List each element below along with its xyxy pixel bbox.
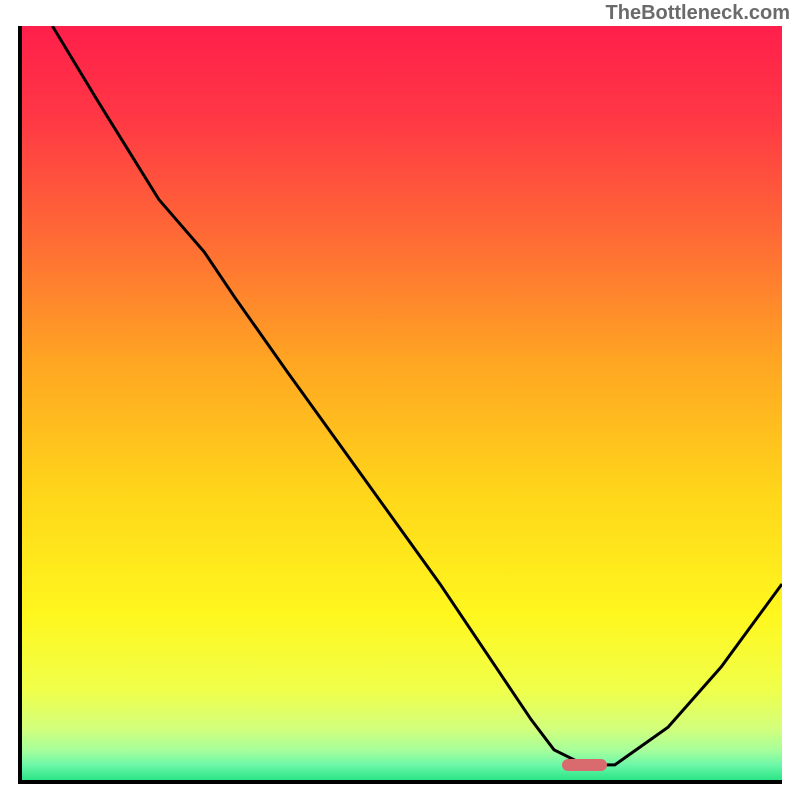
watermark-text: TheBottleneck.com (606, 2, 790, 25)
optimal-marker (562, 759, 608, 771)
chart-curve (22, 26, 782, 780)
plot-area (22, 26, 782, 780)
chart-axes (18, 26, 782, 784)
